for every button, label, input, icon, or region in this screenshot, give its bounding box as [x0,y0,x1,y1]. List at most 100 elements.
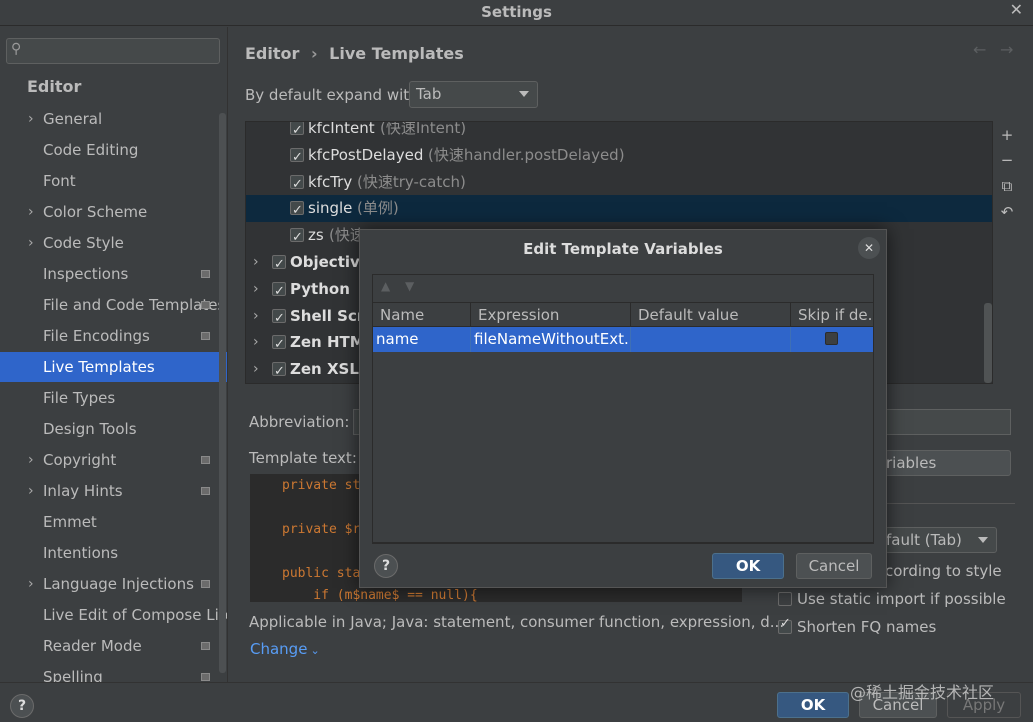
dialog-cancel-button[interactable]: Cancel [796,553,872,579]
search-icon: ⚲ [11,41,22,57]
sidebar-section-editor[interactable]: Editor [27,77,81,96]
template-name: Zen XSL [290,360,359,379]
breadcrumb-parent[interactable]: Editor [245,44,299,63]
chevron-right-icon[interactable]: › [28,197,34,227]
sidebar-scrollbar[interactable] [219,113,226,673]
search-input[interactable]: ⚲ [6,38,220,64]
template-name: zs [308,226,324,245]
sidebar-item[interactable]: Reader Mode [0,631,227,661]
ok-button[interactable]: OK [777,692,849,718]
move-down-icon[interactable]: ▼ [405,279,414,293]
sidebar-item[interactable]: › Inlay Hints [0,476,227,506]
chevron-right-icon[interactable]: › [28,445,34,475]
template-row[interactable]: kfcPostDelayed(快速handler.postDelayed) [246,142,992,171]
template-name: kfcTry [308,172,353,191]
change-context-link[interactable]: Change ⌄ [250,640,320,658]
variable-default-cell[interactable] [631,327,791,352]
sidebar-item[interactable]: › Copyright [0,445,227,475]
template-checkbox[interactable] [272,251,286,278]
sidebar-item[interactable]: Live Edit of Compose Lite [0,600,227,630]
help-icon[interactable]: ? [10,694,34,718]
options-expand-dropdown[interactable]: fault (Tab) [885,527,997,553]
sidebar-item[interactable]: File Encodings [0,321,227,351]
project-settings-icon [201,642,210,650]
template-text-label: Template text: [249,449,357,467]
template-checkbox[interactable] [272,358,286,383]
sidebar-item-label: Font [43,172,76,190]
variables-table[interactable]: ▲ ▼ Name Expression Default value Skip i… [372,274,874,544]
template-checkbox[interactable] [272,305,286,332]
project-settings-icon [201,580,210,588]
chevron-right-icon[interactable]: › [253,276,259,303]
sidebar-item-label: Intentions [43,544,119,562]
sidebar-item[interactable]: Live Templates [0,352,227,382]
template-checkbox[interactable] [290,144,304,171]
copy-icon[interactable]: ⧉ [998,177,1016,195]
chevron-right-icon[interactable]: › [253,329,259,356]
restore-icon[interactable]: ↶ [998,203,1016,221]
template-checkbox[interactable] [290,171,304,198]
sidebar-item-label: Copyright [43,451,117,469]
sidebar-item[interactable]: File and Code Templates [0,290,227,320]
table-row[interactable]: name fileNameWithoutExt... [373,327,873,352]
chevron-right-icon[interactable]: › [28,476,34,506]
code-line: if (m$name$ == null){ [282,588,478,602]
close-icon[interactable]: ✕ [858,237,880,259]
remove-icon[interactable]: − [998,151,1016,169]
chevron-right-icon[interactable]: › [253,303,259,330]
chevron-right-icon[interactable]: › [28,228,34,258]
template-row[interactable]: single(单例) [246,195,992,224]
column-name[interactable]: Name [373,303,471,327]
forward-arrow-icon[interactable]: → [1000,40,1013,59]
sidebar-item-label: Design Tools [43,420,137,438]
skip-if-defined-checkbox[interactable] [825,332,838,345]
variable-skip-cell[interactable] [791,327,873,352]
chevron-right-icon[interactable]: › [253,249,259,276]
sidebar-item[interactable]: Inspections [0,259,227,289]
variable-name-cell[interactable]: name [373,327,471,352]
dialog-ok-button[interactable]: OK [712,553,784,579]
template-row[interactable]: kfcTry(快速try-catch) [246,169,992,198]
sidebar-item-label: Inspections [43,265,129,283]
help-icon[interactable]: ? [374,554,398,578]
sidebar-item[interactable]: File Types [0,383,227,413]
move-up-icon[interactable]: ▲ [381,279,390,293]
sidebar-item[interactable]: › Language Injections [0,569,227,599]
static-import-checkbox[interactable] [778,592,792,606]
sidebar-item-label: Live Templates [43,358,155,376]
variable-expression-cell[interactable]: fileNameWithoutExt... [471,327,631,352]
template-checkbox[interactable] [290,197,304,224]
template-checkbox[interactable] [290,224,304,251]
sidebar-item[interactable]: › General [0,104,227,134]
back-arrow-icon[interactable]: ← [973,40,986,59]
template-checkbox[interactable] [272,331,286,358]
chevron-right-icon[interactable]: › [253,356,259,383]
sidebar-item[interactable]: Code Editing [0,135,227,165]
sidebar-item[interactable]: Design Tools [0,414,227,444]
template-checkbox[interactable] [272,278,286,305]
expand-label: By default expand with [245,86,419,104]
edit-variables-label: riables [886,454,937,472]
column-skip-if-defined[interactable]: Skip if de... [791,303,873,327]
add-icon[interactable]: + [998,126,1016,144]
chevron-right-icon[interactable]: › [28,569,34,599]
close-icon[interactable]: ✕ [1010,0,1023,19]
title-bar: Settings ✕ [0,0,1033,26]
chevron-right-icon[interactable]: › [28,104,34,134]
sidebar-item[interactable]: › Code Style [0,228,227,258]
sidebar-item[interactable]: Emmet [0,507,227,537]
template-row[interactable]: kfcIntent (快速Intent) [246,122,992,144]
column-expression[interactable]: Expression [471,303,631,327]
template-checkbox[interactable] [290,122,304,144]
table-empty-area [373,352,873,542]
template-list-scrollbar[interactable] [984,303,992,383]
edit-variables-button[interactable]: riables [885,450,1011,476]
column-default-value[interactable]: Default value [631,303,791,327]
description-field[interactable] [885,409,1011,435]
sidebar-item-label: Code Style [43,234,124,252]
sidebar-item[interactable]: › Color Scheme [0,197,227,227]
sidebar-item-label: Inlay Hints [43,482,123,500]
expand-dropdown[interactable]: Tab [409,81,538,108]
sidebar-item[interactable]: Intentions [0,538,227,568]
sidebar-item[interactable]: Font [0,166,227,196]
